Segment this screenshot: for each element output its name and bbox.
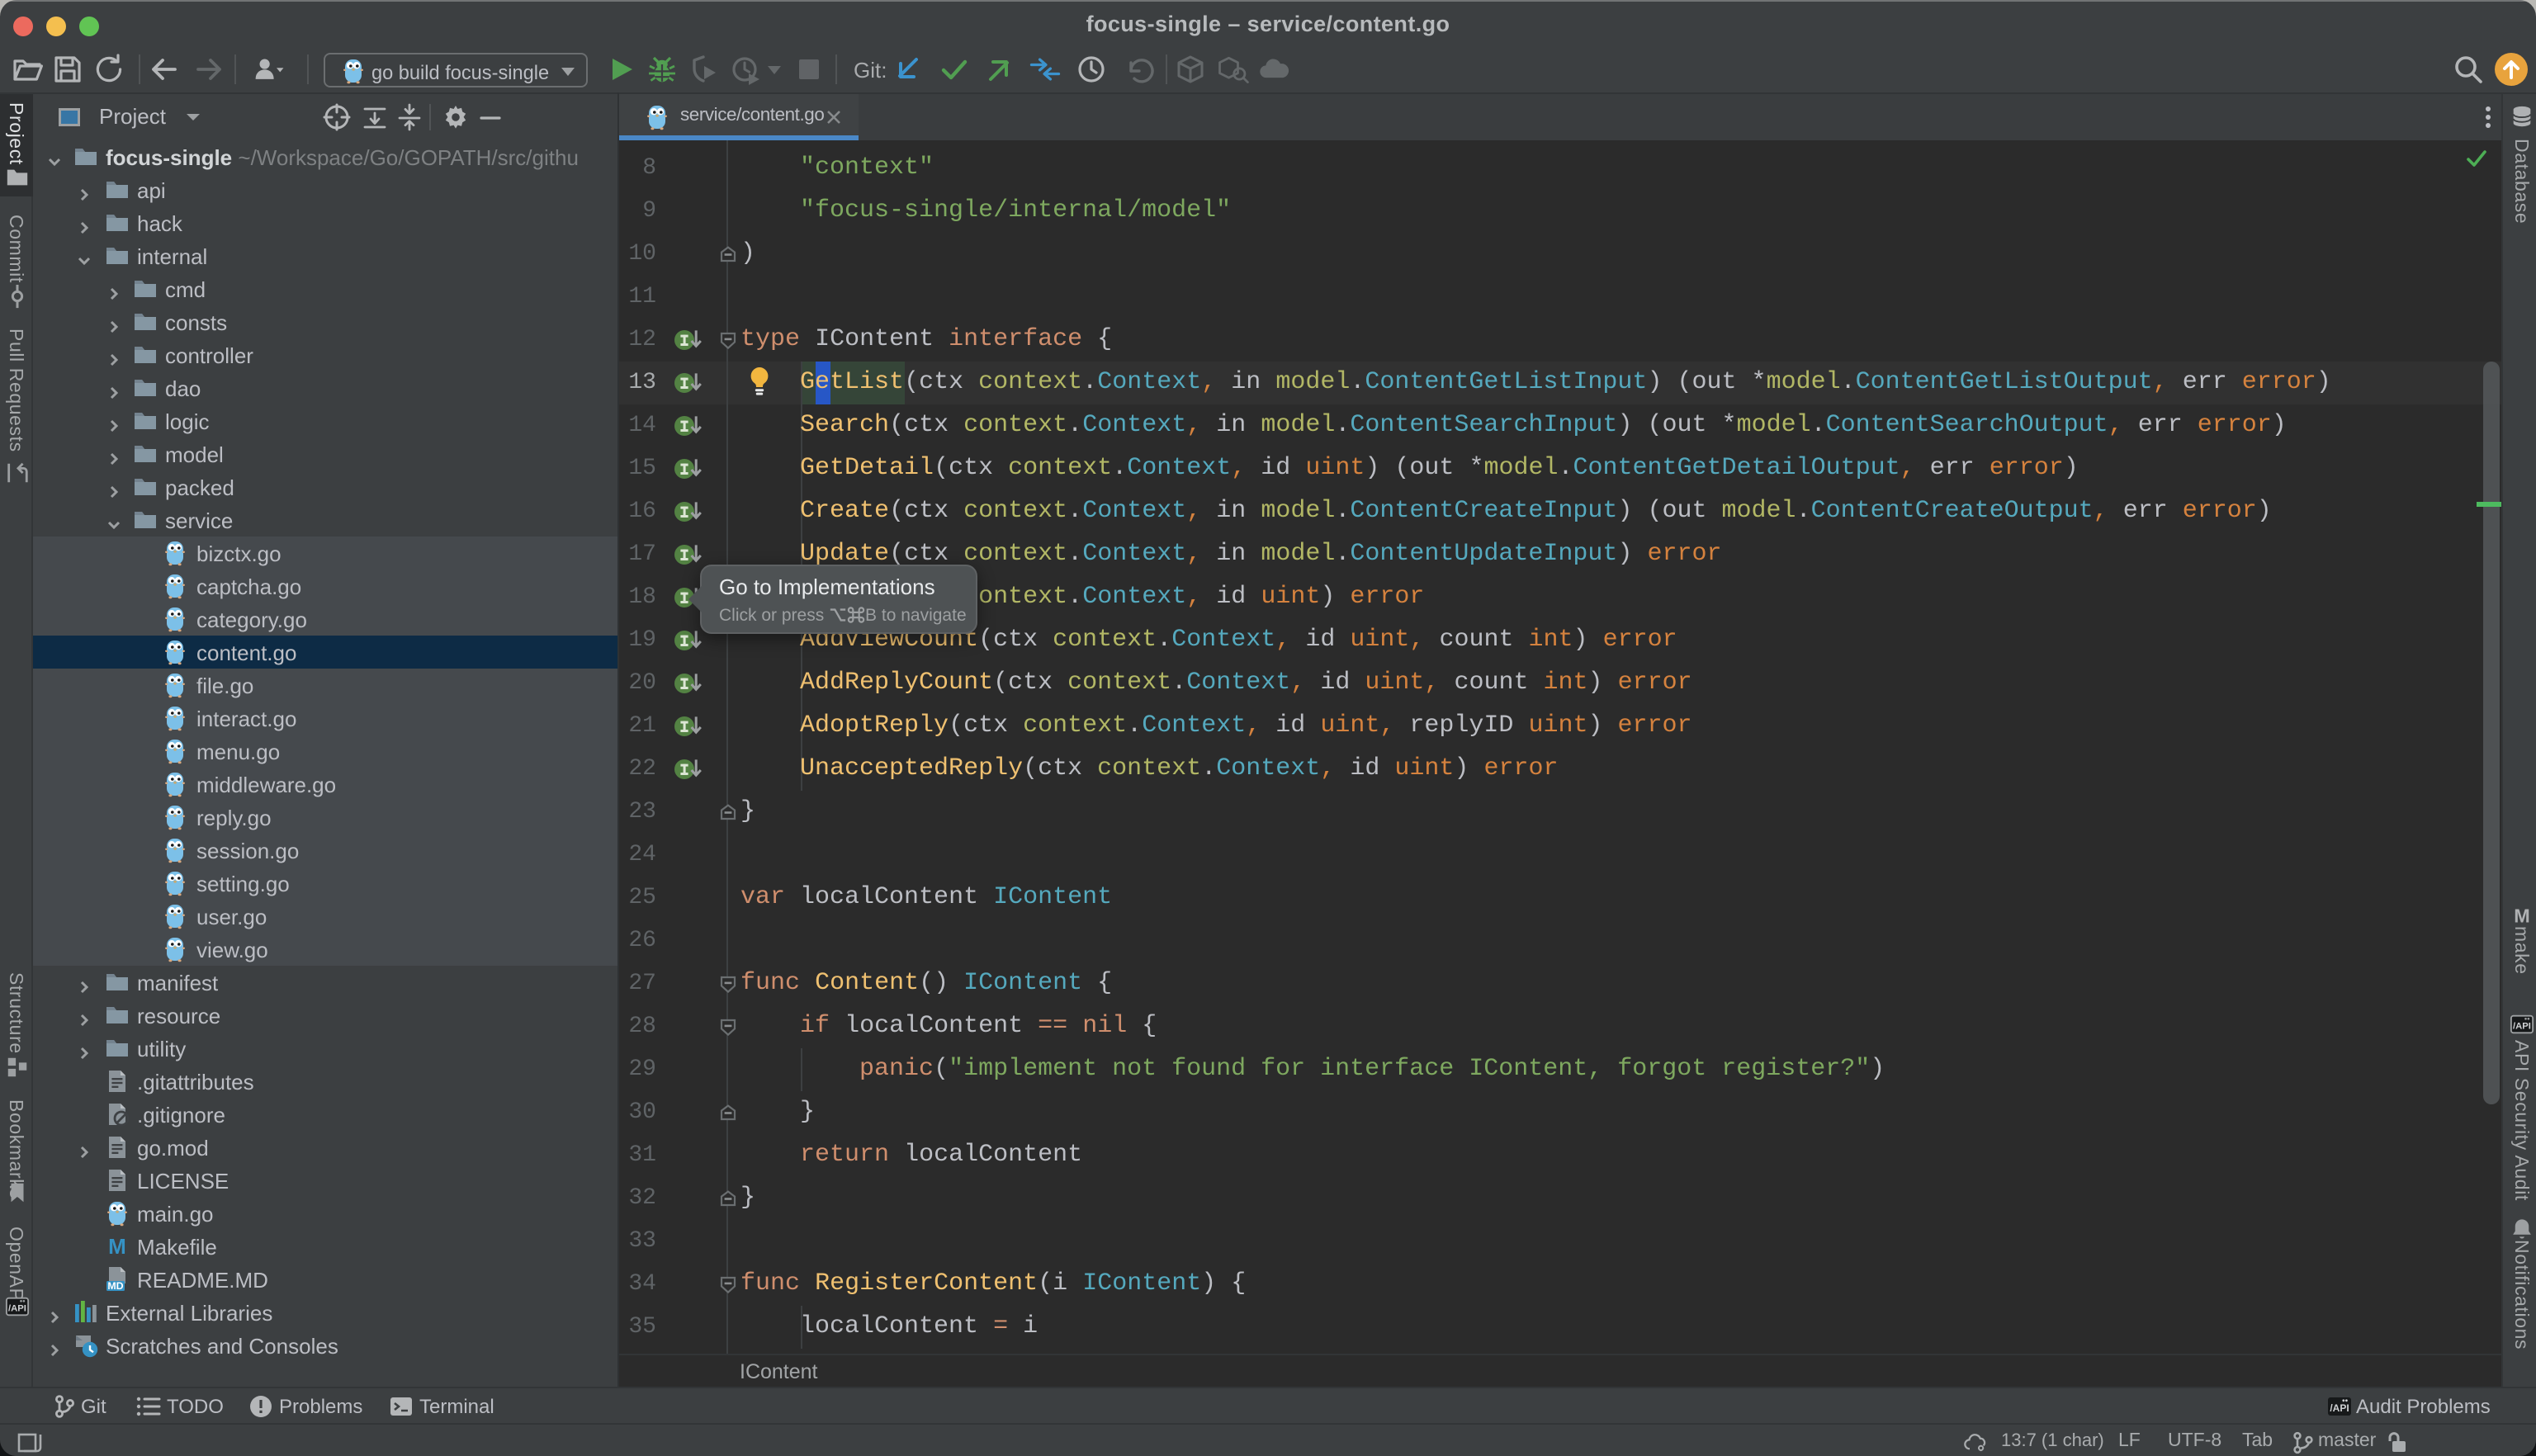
svg-text:M: M [107, 1234, 125, 1259]
svg-text:/API: /API [7, 1304, 26, 1314]
svg-text:/API: /API [2512, 1022, 2530, 1032]
svg-text:M: M [2513, 905, 2529, 926]
svg-text:/API: /API [2330, 1402, 2349, 1414]
svg-text:MD: MD [106, 1280, 122, 1292]
